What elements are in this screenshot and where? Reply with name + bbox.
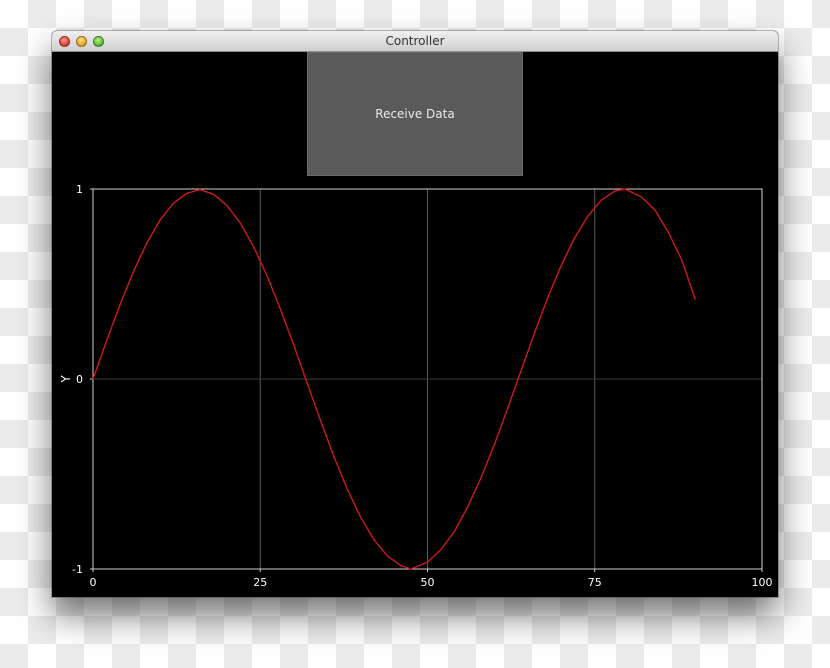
data-point xyxy=(199,188,201,191)
data-point xyxy=(410,568,412,570)
title-bar[interactable]: Controller xyxy=(52,31,778,52)
data-point xyxy=(293,344,295,346)
receive-data-button[interactable]: Receive Data xyxy=(307,52,523,176)
data-point xyxy=(654,209,656,211)
data-point xyxy=(373,539,375,541)
x-tick-label: 25 xyxy=(253,576,267,589)
data-point xyxy=(400,564,402,567)
x-tick-label: 0 xyxy=(90,576,97,589)
data-point xyxy=(440,549,442,551)
data-point xyxy=(306,382,308,384)
x-tick-label: 50 xyxy=(421,576,435,589)
data-point xyxy=(560,264,562,266)
data-point xyxy=(386,555,388,557)
data-point xyxy=(159,219,161,221)
data-point xyxy=(105,340,107,342)
data-point xyxy=(212,193,215,195)
data-point xyxy=(172,202,174,205)
data-point xyxy=(239,222,241,224)
data-point xyxy=(360,516,362,518)
data-point xyxy=(333,455,335,457)
data-point xyxy=(279,308,281,310)
data-point xyxy=(92,378,94,380)
data-point xyxy=(667,231,669,233)
data-point xyxy=(453,531,455,533)
data-point xyxy=(520,369,522,371)
data-point xyxy=(119,304,121,306)
x-tick-label: 100 xyxy=(752,576,773,589)
window-content: 025507510010-1XY Receive Data xyxy=(52,52,778,597)
data-point xyxy=(507,407,509,409)
data-point xyxy=(426,561,429,563)
data-point xyxy=(346,488,348,490)
y-tick-label: -1 xyxy=(72,563,83,576)
data-point xyxy=(480,477,482,479)
data-point xyxy=(547,296,549,298)
y-tick-label: 1 xyxy=(76,183,83,196)
data-point xyxy=(266,275,268,277)
data-point xyxy=(252,245,255,248)
y-axis-label: Y xyxy=(59,375,73,384)
controller-window: Controller 025507510010-1XY Receive Data xyxy=(52,31,778,597)
data-point xyxy=(467,506,469,508)
data-point xyxy=(681,259,683,261)
data-point xyxy=(640,196,643,198)
data-point xyxy=(694,298,696,300)
window-title: Controller xyxy=(385,34,445,48)
data-point xyxy=(574,237,576,239)
data-point xyxy=(132,271,134,273)
data-point xyxy=(600,199,603,201)
data-point xyxy=(493,443,495,446)
data-point xyxy=(145,242,148,245)
data-point xyxy=(614,190,616,192)
data-point xyxy=(624,188,626,190)
data-point xyxy=(226,204,228,206)
data-point xyxy=(533,332,536,334)
data-point xyxy=(587,215,589,217)
y-tick-label: 0 xyxy=(76,373,83,386)
data-point xyxy=(186,192,188,194)
data-point xyxy=(319,419,322,422)
x-tick-label: 75 xyxy=(588,576,602,589)
